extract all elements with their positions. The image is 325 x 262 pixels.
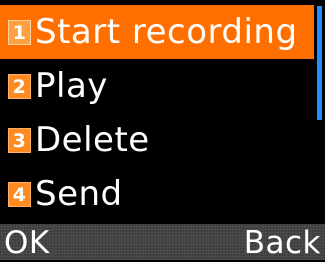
number-4-icon: 4 [8,181,31,207]
number-1-icon: 1 [8,19,31,45]
menu-item-label: Play [35,66,108,106]
screen: 1 Start recording 2 Play 3 Delete 4 Send… [0,0,325,261]
menu-item-send[interactable]: 4 Send [0,167,314,221]
menu-item-label: Start recording [35,12,298,52]
softkey-bar: OK Back [0,224,325,261]
menu-item-label: Delete [35,120,150,160]
menu-list: 1 Start recording 2 Play 3 Delete 4 Send [0,5,314,221]
number-3-icon: 3 [8,127,31,153]
menu-item-play[interactable]: 2 Play [0,59,314,113]
menu-item-delete[interactable]: 3 Delete [0,113,314,167]
scrollbar-thumb[interactable] [317,6,322,120]
menu-item-label: Send [35,174,123,214]
number-2-icon: 2 [8,73,31,99]
ok-softkey[interactable]: OK [4,224,50,261]
back-softkey[interactable]: Back [244,224,321,261]
menu-item-start-recording[interactable]: 1 Start recording [0,5,314,59]
